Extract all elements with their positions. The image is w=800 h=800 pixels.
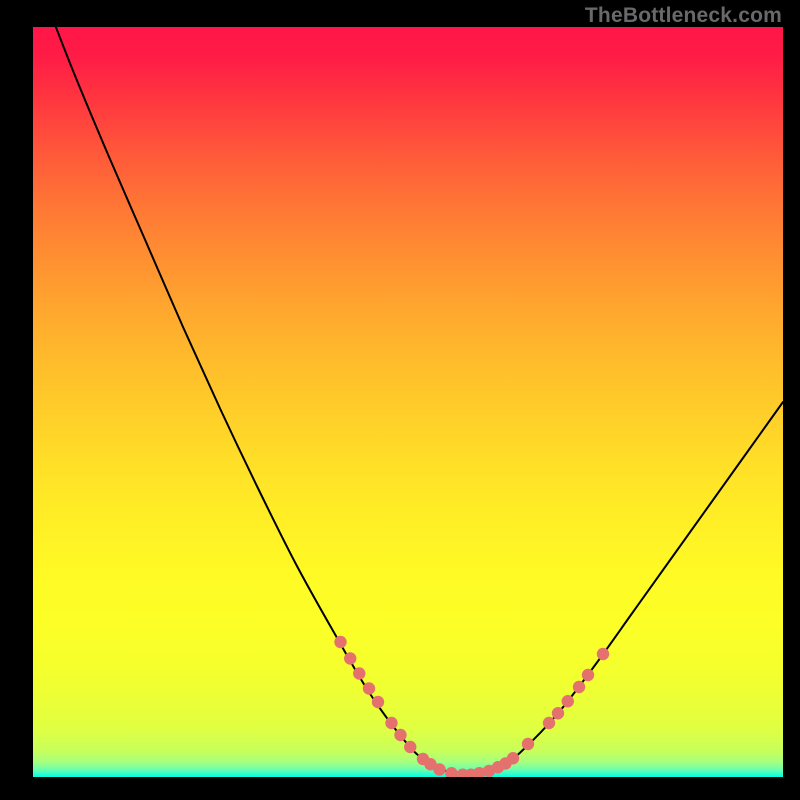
highlight-dot <box>404 741 416 753</box>
highlight-dot <box>353 667 365 679</box>
watermark-text: TheBottleneck.com <box>585 4 782 28</box>
chart-frame: TheBottleneck.com <box>0 0 800 800</box>
highlight-dots <box>334 636 609 777</box>
plot-area <box>33 27 783 777</box>
highlight-dot <box>562 695 574 707</box>
highlight-dot <box>363 682 375 694</box>
highlight-dot <box>372 696 384 708</box>
highlight-dot <box>394 729 406 741</box>
bottleneck-curve <box>33 27 783 775</box>
highlight-dot <box>573 681 585 693</box>
highlight-dot <box>385 717 397 729</box>
highlight-dot <box>334 636 346 648</box>
highlight-dot <box>552 707 564 719</box>
highlight-dot <box>445 767 457 777</box>
highlight-dot <box>522 738 534 750</box>
highlight-dot <box>344 652 356 664</box>
chart-svg <box>33 27 783 777</box>
highlight-dot <box>582 669 594 681</box>
highlight-dot <box>507 752 519 764</box>
highlight-dot <box>597 648 609 660</box>
highlight-dot <box>543 717 555 729</box>
highlight-dot <box>433 763 445 775</box>
